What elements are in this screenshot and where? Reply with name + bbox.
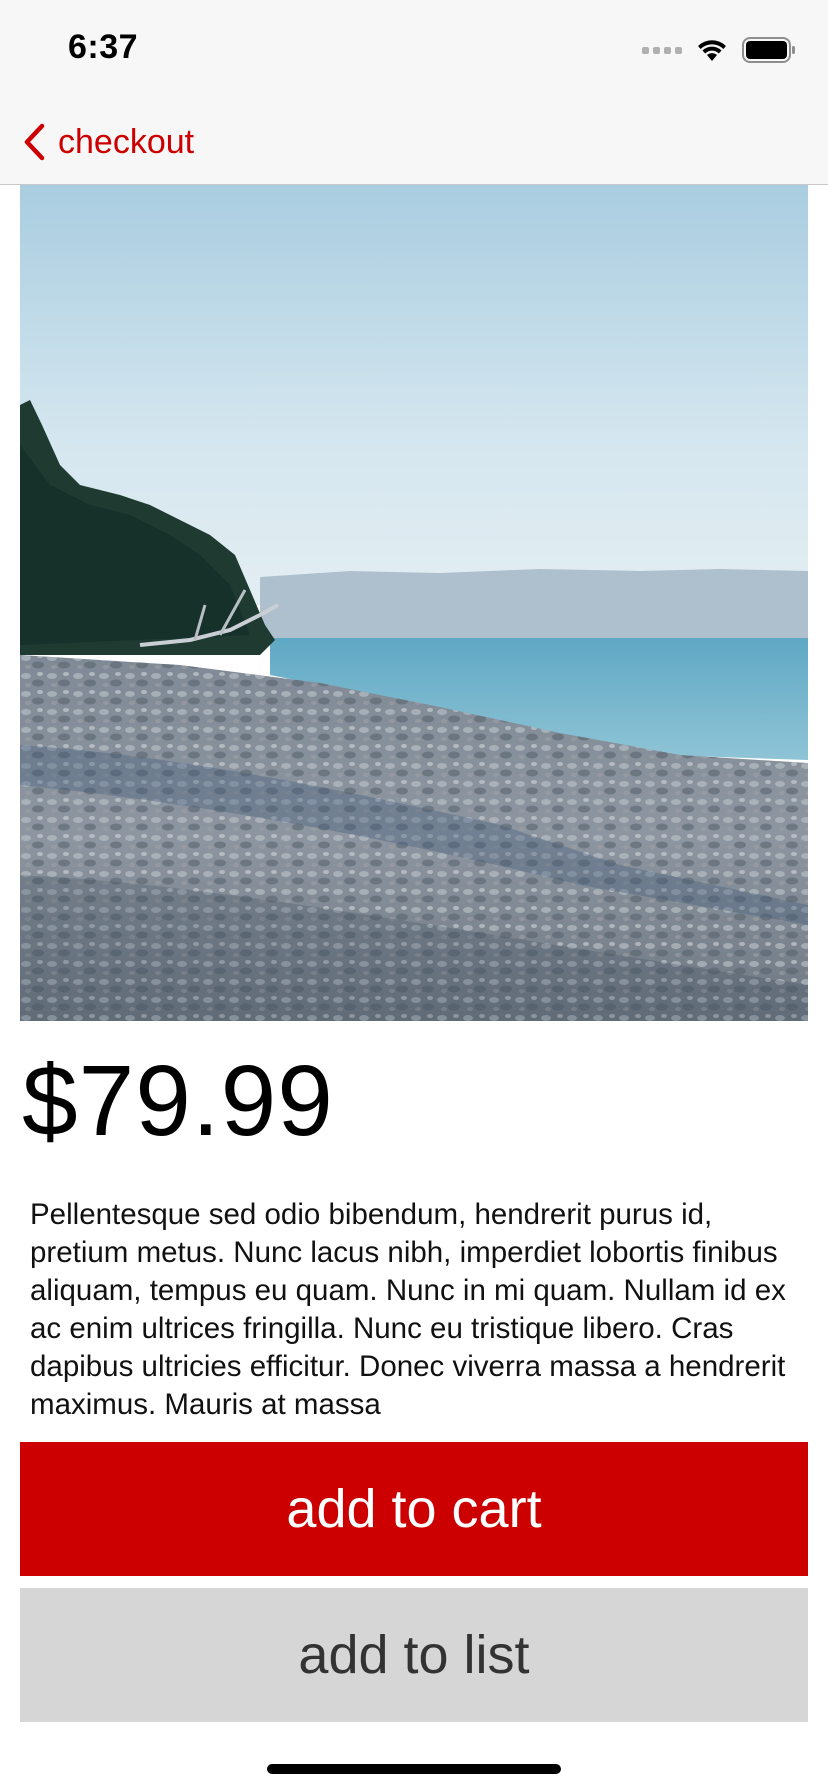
status-time: 6:37 (68, 28, 139, 66)
chevron-left-icon (24, 123, 45, 161)
status-bar: 6:37 (0, 0, 828, 100)
navigation-bar: checkout (0, 100, 828, 185)
battery-icon (742, 37, 796, 63)
back-button[interactable]: checkout (22, 120, 194, 164)
back-label: checkout (58, 122, 195, 161)
product-description: Pellentesque sed odio bibendum, hendreri… (30, 1198, 786, 1421)
product-price: $79.99 (22, 1045, 334, 1157)
add-to-cart-button[interactable]: add to cart (20, 1442, 808, 1576)
add-to-list-button[interactable]: add to list (20, 1588, 808, 1722)
status-icons (642, 36, 796, 64)
product-image (20, 185, 808, 1021)
cellular-signal-icon (642, 46, 682, 54)
home-indicator[interactable] (267, 1764, 561, 1774)
wifi-icon (696, 38, 728, 62)
